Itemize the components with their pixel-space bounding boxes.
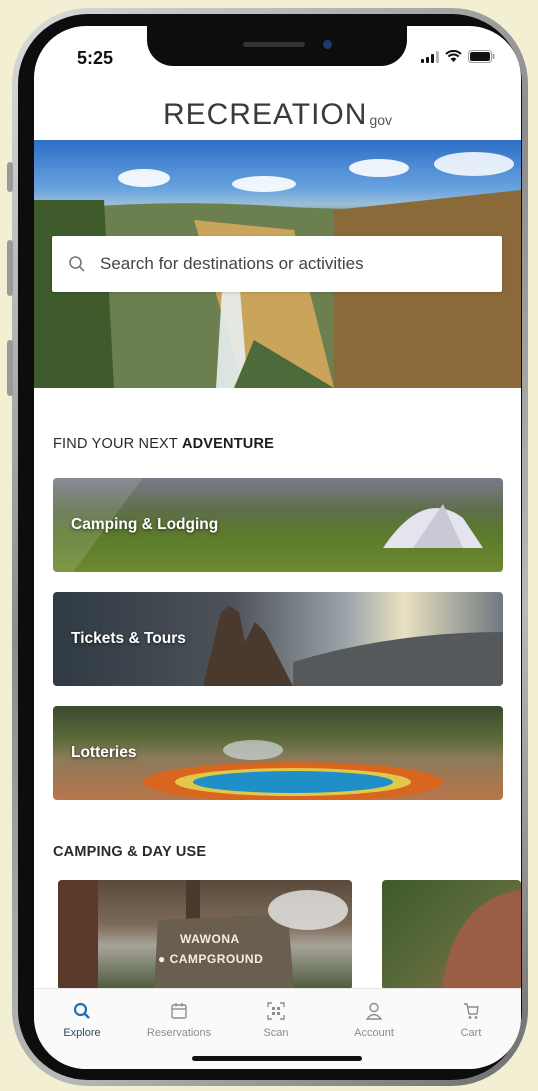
app-screen: 5:25 RECREATION gov Search for destinati… <box>34 26 521 1069</box>
home-indicator[interactable] <box>192 1056 362 1061</box>
tab-label: Explore <box>63 1027 101 1039</box>
tab-label: Reservations <box>146 1027 212 1039</box>
volume-up-button <box>7 240 13 296</box>
camping-section-title: CAMPING & DAY USE <box>53 844 207 860</box>
front-camera <box>323 40 332 49</box>
calendar-icon <box>171 1003 187 1019</box>
dayuse-image <box>442 890 521 990</box>
camping-lodging-card[interactable]: Camping & Lodging <box>53 478 503 572</box>
tab-reservations[interactable]: Reservations <box>139 1001 219 1039</box>
battery-icon <box>468 50 495 63</box>
campground-thumbnail[interactable]: WAWONA ● CAMPGROUND <box>58 880 352 990</box>
tab-label: Cart <box>460 1027 482 1039</box>
status-icons <box>421 50 495 63</box>
user-icon <box>365 1002 383 1020</box>
logo-suffix: gov <box>369 112 393 128</box>
speaker <box>243 42 305 47</box>
adventure-section-title: FIND YOUR NEXT ADVENTURE <box>53 436 274 452</box>
wawona-sign-line1: WAWONA <box>180 932 240 946</box>
lotteries-card[interactable]: Lotteries <box>53 706 503 800</box>
tab-account[interactable]: Account <box>334 1001 414 1039</box>
tickets-tours-card[interactable]: Tickets & Tours <box>53 592 503 686</box>
search-icon <box>69 256 85 272</box>
wawona-sign-line2: ● CAMPGROUND <box>158 952 264 966</box>
search-bar[interactable] <box>52 236 502 292</box>
tab-cart[interactable]: Cart <box>431 1001 511 1039</box>
wifi-icon <box>445 50 462 62</box>
mute-switch <box>7 162 13 192</box>
volume-down-button <box>7 340 13 396</box>
logo-wordmark: RECREATION <box>162 98 368 131</box>
notch <box>147 26 407 66</box>
search-icon <box>73 1002 90 1019</box>
qr-scan-icon <box>267 1002 285 1020</box>
search-input[interactable] <box>100 254 460 274</box>
tab-label: Account <box>354 1027 394 1039</box>
status-time: 5:25 <box>77 48 114 68</box>
recreation-gov-logo: RECREATION gov <box>34 92 521 132</box>
cart-icon <box>464 1003 479 1019</box>
card-label: Tickets & Tours <box>71 630 186 647</box>
tab-explore[interactable]: Explore <box>42 1001 122 1039</box>
signal-icon <box>421 51 439 63</box>
hero-banner <box>34 140 521 388</box>
card-label: Camping & Lodging <box>71 516 219 533</box>
dayuse-thumbnail[interactable] <box>382 880 521 990</box>
tab-scan[interactable]: Scan <box>236 1001 316 1039</box>
tab-label: Scan <box>263 1027 289 1039</box>
card-label: Lotteries <box>71 744 137 761</box>
